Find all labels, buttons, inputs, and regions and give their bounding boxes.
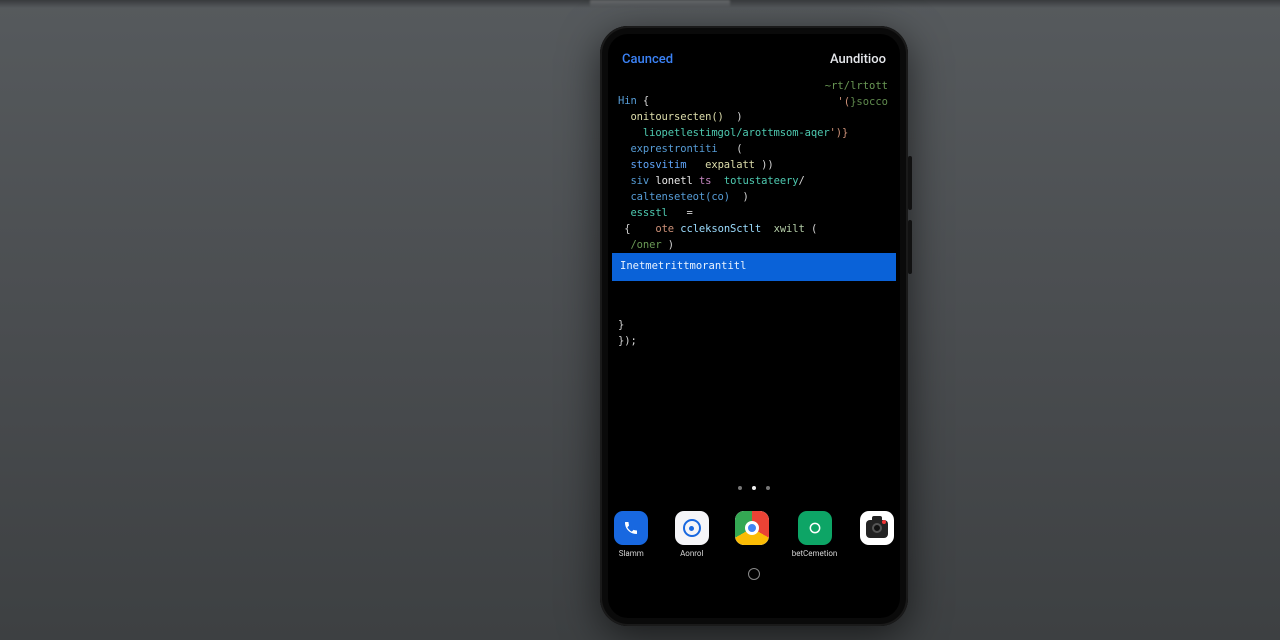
page-indicator[interactable] <box>612 486 896 490</box>
code-token: { <box>643 95 649 107</box>
code-token: expalatt <box>705 159 755 171</box>
page-dot-active <box>752 486 756 490</box>
code-token: totustateery <box>724 175 799 187</box>
page-dot <box>766 486 770 490</box>
code-path-hint: ~rt/lrtott <box>825 80 888 92</box>
code-token: exprestrontiti <box>630 143 717 155</box>
dock-app-camera[interactable] <box>858 511 897 558</box>
code-highlighted-line[interactable]: Inetmetrittmorantitl <box>612 253 896 281</box>
code-token: siv <box>630 175 649 187</box>
code-token: Hin <box>618 95 637 107</box>
code-token: ( <box>736 143 742 155</box>
dock-label: betCemetion <box>792 549 838 558</box>
code-token: } <box>618 319 624 331</box>
code-token: )) <box>761 159 773 171</box>
code-token: liopetlestimgol/arottmsom-aqer <box>643 127 830 139</box>
camera-icon <box>860 511 894 545</box>
code-token: { <box>624 223 630 235</box>
code-token: ) <box>742 191 748 203</box>
code-right-fragment: '(}socco <box>837 96 888 108</box>
background-top-glare <box>590 0 730 7</box>
volume-up-button[interactable] <box>908 156 912 210</box>
code-token: ) <box>668 239 674 251</box>
code-token: onitoursecten() <box>630 111 723 123</box>
code-editor-tail[interactable]: } }); <box>612 281 896 349</box>
code-token: ccleksonSctlt <box>680 223 761 235</box>
volume-down-button[interactable] <box>908 220 912 274</box>
dock-label: Aonrol <box>680 549 703 558</box>
header-back-label[interactable]: Caunced <box>622 52 673 67</box>
code-token: ( <box>811 223 817 235</box>
code-token: ts <box>699 175 711 187</box>
header-title: Aunditioo <box>830 52 886 67</box>
chrome-icon <box>735 511 769 545</box>
dock: Slamm Aonrol betCemetion <box>612 511 896 558</box>
browser-icon <box>675 511 709 545</box>
code-token: }); <box>618 335 637 347</box>
phone-icon <box>614 511 648 545</box>
code-token: /oner <box>630 239 661 251</box>
code-token: essstl <box>630 207 667 219</box>
code-token: xwilt <box>774 223 805 235</box>
code-token: lonetl <box>655 175 692 187</box>
code-token: caltenseteot(co) <box>630 191 730 203</box>
code-token: ')} <box>830 127 849 139</box>
dock-label: Slamm <box>619 549 644 558</box>
code-token: / <box>799 175 805 187</box>
dock-app-messages[interactable]: betCemetion <box>794 511 836 558</box>
messages-icon <box>798 511 832 545</box>
phone-body: Caunced Aunditioo ~rt/lrtott '(}socco Hi… <box>600 26 908 626</box>
dock-app-chrome[interactable] <box>733 511 772 558</box>
home-button[interactable] <box>748 568 760 580</box>
page-dot <box>738 486 742 490</box>
code-token: ote <box>655 223 674 235</box>
code-highlight-text: Inetmetrittmorantitl <box>620 259 746 274</box>
dock-app-browser[interactable]: Aonrol <box>673 511 712 558</box>
app-header: Caunced Aunditioo <box>612 36 896 73</box>
code-token: stosvitim <box>630 159 686 171</box>
phone-screen: Caunced Aunditioo ~rt/lrtott '(}socco Hi… <box>612 36 896 600</box>
code-token: ) <box>736 111 742 123</box>
dock-app-phone[interactable]: Slamm <box>612 511 651 558</box>
code-token: = <box>686 207 692 219</box>
